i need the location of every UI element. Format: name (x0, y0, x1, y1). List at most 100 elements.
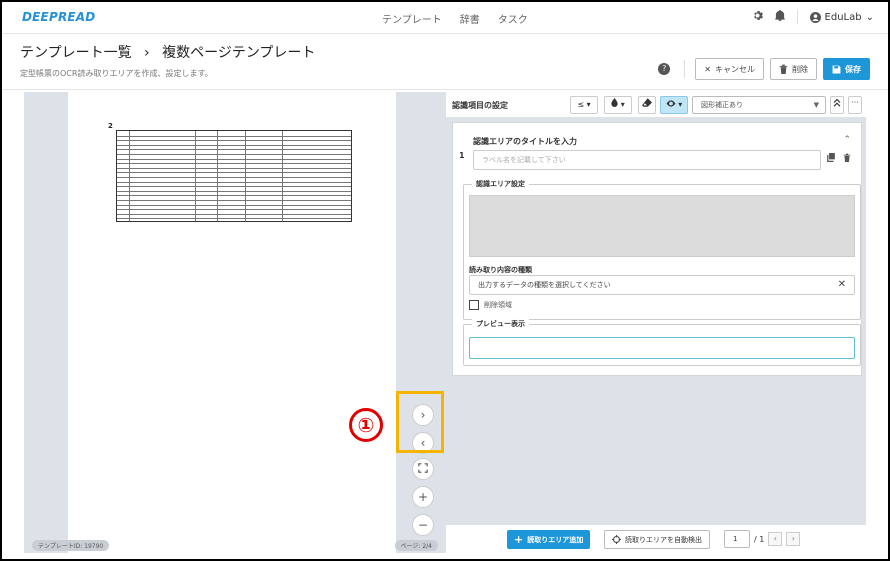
save-icon (832, 65, 841, 73)
table-row-line (117, 163, 351, 165)
table-column-line (129, 131, 130, 221)
brand-logo[interactable]: DEEPREAD (22, 10, 95, 24)
user-icon (809, 11, 821, 23)
nav-link-templates[interactable]: テンプレート (382, 11, 442, 26)
eye-icon (666, 100, 676, 107)
alignment-dropdown[interactable]: ≤ ▾ (570, 96, 598, 114)
table-row-line (117, 149, 351, 151)
clear-icon[interactable]: ✕ (838, 276, 846, 294)
table-column-line (217, 131, 218, 221)
table-row-line (117, 209, 351, 211)
eraser-icon (642, 98, 652, 107)
table-column-line (195, 131, 196, 221)
template-id-badge: テンプレートID: 19790 (32, 540, 110, 551)
table-row-line (117, 213, 351, 215)
content-type-select[interactable]: 出力するデータの種類を選択してください ✕ (469, 275, 855, 295)
auto-detect-button[interactable]: 読取りエリアを自動検出 (604, 530, 710, 549)
area-pager: 1 / 1 ‹ › (724, 530, 801, 548)
fit-screen-button[interactable] (412, 458, 434, 480)
breadcrumb-parent[interactable]: テンプレート一覧 (20, 45, 132, 61)
label-name-input[interactable]: ラベル名を記載して下さい (473, 150, 821, 170)
plus-icon: + (514, 533, 524, 546)
top-navigation: DEEPREAD テンプレート 辞書 タスク EduLab ⌄ (2, 2, 888, 34)
nav-divider (796, 10, 798, 24)
nav-link-dictionary[interactable]: 辞書 (460, 11, 480, 26)
table-row-line (117, 181, 351, 183)
settings-toolbar: 認識項目の設定 ≤ ▾ ▾ ▾ 図形補正あり ▼ ··· (446, 92, 866, 118)
gear-icon[interactable] (752, 10, 763, 24)
delete-area-option[interactable]: 削除領域 (469, 300, 512, 310)
table-row-line (117, 158, 351, 160)
page-number-label: 2 (108, 122, 113, 130)
content-type-label: 読み取り内容の種類 (469, 266, 532, 274)
page-subtitle: 定型帳票のOCR読み取りエリアを作成、設定します。 (20, 69, 213, 78)
more-options-button[interactable]: ··· (848, 96, 862, 114)
table-row-line (117, 218, 351, 220)
save-label: 保存 (845, 64, 861, 74)
user-menu[interactable]: EduLab ⌄ (809, 11, 874, 23)
image-correction-select[interactable]: 図形補正あり ▼ (692, 96, 826, 114)
eraser-button[interactable] (638, 96, 656, 114)
help-icon[interactable]: ? (658, 63, 671, 75)
pager-prev-button[interactable]: ‹ (768, 532, 783, 546)
recognition-area-fieldset: 認識エリア設定 読み取り内容の種類 出力するデータの種類を選択してください ✕ … (463, 179, 861, 320)
table-row-line (117, 144, 351, 146)
table-row-line (117, 167, 351, 169)
fullscreen-icon (418, 463, 428, 473)
cancel-label: キャンセル (715, 64, 755, 74)
pager-next-button[interactable]: › (786, 532, 801, 546)
settings-panel: 認識項目の設定 ≤ ▾ ▾ ▾ 図形補正あり ▼ ··· 1 認識エリアのタイト… (446, 92, 866, 525)
breadcrumb-separator: › (144, 45, 150, 61)
chevron-down-icon: ⌄ (865, 11, 874, 23)
table-row-line (117, 140, 351, 142)
chevron-down-icon: ▼ (813, 101, 819, 109)
delete-button[interactable]: 削除 (770, 58, 817, 80)
recognition-item-card: 1 認識エリアのタイトルを入力 ⌃ ラベル名を記載して下さい 認識エリア設定 読… (452, 122, 862, 376)
settings-section-title: 認識項目の設定 (452, 101, 508, 110)
header-actions: ? ✕ キャンセル 削除 保存 (658, 58, 870, 80)
breadcrumb: テンプレート一覧 › 複数ページテンプレート (20, 42, 315, 62)
highlight-box (396, 391, 444, 453)
zoom-in-button[interactable]: + (412, 486, 434, 508)
droplet-icon (611, 98, 618, 107)
table-row-line (117, 172, 351, 174)
area-preview-image (469, 195, 855, 257)
delete-label: 削除 (792, 64, 808, 74)
document-page[interactable]: 2 (68, 92, 396, 553)
table-column-line (282, 131, 283, 221)
table-column-line (245, 131, 246, 221)
save-button[interactable]: 保存 (823, 58, 870, 80)
bell-icon[interactable] (774, 10, 785, 24)
delete-area-checkbox[interactable] (469, 300, 479, 310)
table-row-line (117, 154, 351, 155)
table-row-line (117, 186, 351, 188)
image-correction-value: 図形補正あり (701, 101, 743, 109)
main-nav: テンプレート 辞書 タスク (382, 11, 528, 26)
cancel-button[interactable]: ✕ キャンセル (695, 58, 764, 80)
page-indicator-badge: ページ: 2/4 (394, 540, 438, 551)
table-row-line (117, 204, 351, 206)
collapse-all-button[interactable] (830, 96, 844, 114)
table-row-line (117, 190, 351, 192)
page-number-input[interactable]: 1 (724, 530, 750, 548)
content-type-placeholder: 出力するデータの種類を選択してください (478, 281, 611, 289)
preview-legend: プレビュー表示 (472, 319, 529, 329)
page-total: / 1 (754, 534, 765, 544)
ink-color-dropdown[interactable]: ▾ (604, 96, 632, 114)
table-row-line (117, 135, 351, 137)
recognition-area-legend: 認識エリア設定 (472, 179, 529, 189)
add-area-button[interactable]: + 読取りエリア追加 (507, 530, 591, 549)
copy-icon[interactable] (827, 153, 835, 165)
visibility-dropdown[interactable]: ▾ (660, 96, 688, 114)
add-area-label: 読取りエリア追加 (527, 535, 584, 544)
close-icon: ✕ (704, 64, 711, 74)
trash-icon[interactable] (843, 153, 851, 165)
user-name: EduLab (824, 11, 862, 23)
chevron-up-icon[interactable]: ⌃ (843, 135, 851, 145)
nav-link-tasks[interactable]: タスク (498, 11, 528, 26)
area-title-label: 認識エリアのタイトルを入力 (473, 137, 577, 146)
nav-right: EduLab ⌄ (752, 10, 874, 24)
zoom-out-button[interactable]: − (412, 514, 434, 536)
auto-detect-label: 読取りエリアを自動検出 (625, 535, 702, 544)
document-table (116, 130, 352, 222)
